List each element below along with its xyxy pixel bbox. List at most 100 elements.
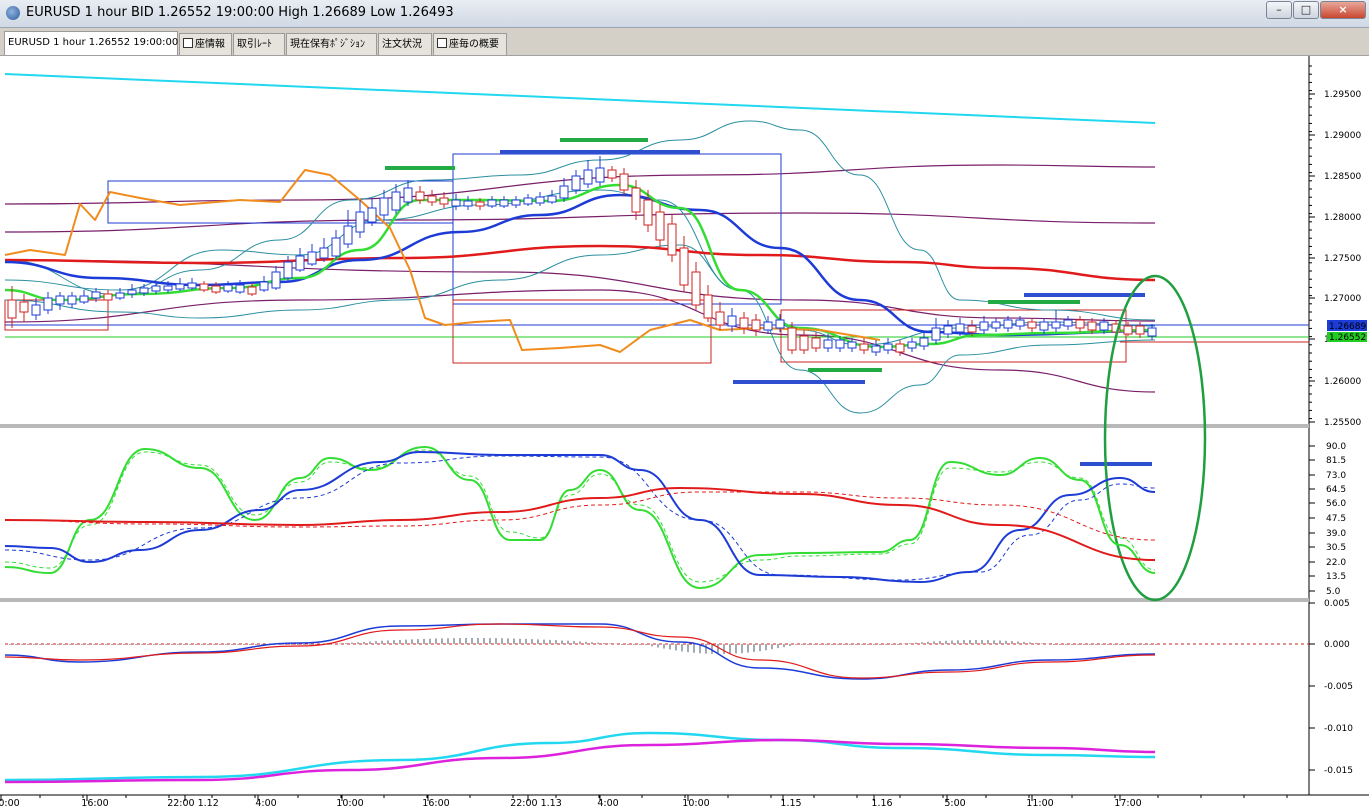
checkbox-icon	[437, 38, 447, 48]
candle-body	[691, 271, 701, 306]
candle-body	[787, 327, 797, 351]
candle-body	[67, 295, 77, 305]
rsi-red	[4, 486, 1156, 561]
candle-body	[655, 211, 665, 241]
candle-body	[403, 187, 413, 203]
candle-body	[823, 339, 833, 349]
pane-separator	[0, 598, 1309, 602]
macd-pane	[4, 623, 1309, 784]
candle-body	[895, 343, 905, 353]
candle-body	[1027, 321, 1037, 329]
high-price-label: 1.26689	[1329, 322, 1366, 332]
candle-body	[1075, 319, 1085, 329]
price-tick-label: 1.28000	[1324, 213, 1361, 223]
price-tick-label: 1.26000	[1324, 377, 1361, 387]
candle-body	[223, 284, 233, 292]
time-tick-label: 11:00	[1026, 798, 1053, 809]
candle-body	[619, 173, 629, 191]
candle-body	[967, 325, 977, 333]
osc-tick-label: 5.0	[1326, 587, 1341, 597]
time-tick-label: 5:00	[944, 798, 965, 809]
candle-body	[1123, 325, 1133, 335]
bid-price-label: 1.26552	[1329, 333, 1366, 343]
candle-body	[715, 311, 725, 326]
candle-body	[595, 167, 605, 183]
time-tick-label: 4:00	[255, 798, 276, 809]
time-tick-label: 10:00	[682, 798, 709, 809]
candle-body	[643, 199, 653, 226]
candle-body	[31, 304, 41, 316]
candle-body	[703, 294, 713, 319]
candle-body	[163, 285, 173, 291]
candle-body	[499, 199, 509, 207]
ma-mid	[4, 193, 1156, 337]
tab-account-summary[interactable]: 座毎の概要	[433, 33, 507, 55]
candle-body	[607, 169, 617, 179]
candle-body	[391, 191, 401, 211]
candle-body	[319, 247, 329, 259]
candle-body	[799, 335, 809, 351]
tab-orders-label: 注文状況	[382, 39, 422, 50]
candle-body	[751, 319, 761, 331]
candle-body	[1147, 327, 1157, 337]
minimize-button[interactable]: –	[1266, 1, 1292, 19]
stoch-d	[4, 449, 1156, 583]
candle-body	[871, 345, 881, 353]
tab-account-summary-label: 座毎の概要	[449, 39, 499, 50]
tab-positions[interactable]: 現在保有ﾎﾟｼﾞｼｮﾝ	[286, 33, 377, 55]
time-tick-label: 4:00	[597, 798, 618, 809]
candle-body	[235, 284, 245, 293]
tab-positions-label: 現在保有ﾎﾟｼﾞｼｮﾝ	[290, 39, 365, 50]
osc-tick-label: 22.0	[1326, 558, 1346, 568]
chart-area[interactable]: 1.29500 1.29000 1.28500 1.28000 1.27500 1.270…	[0, 56, 1369, 811]
candle-body	[547, 195, 557, 203]
candle-body	[979, 321, 989, 331]
candle-body	[199, 283, 209, 291]
tab-account-info-label: 座情報	[195, 39, 225, 50]
candle-body	[439, 197, 449, 205]
candle-body	[991, 321, 1001, 329]
time-tick-label: 17:00	[1114, 798, 1141, 809]
macd-tick-label: -0.010	[1324, 724, 1353, 734]
candle-body	[379, 197, 389, 216]
tab-account-info[interactable]: 座情報	[179, 33, 232, 55]
candle-body	[667, 223, 677, 256]
candle-body	[19, 301, 29, 313]
close-button[interactable]: ×	[1320, 1, 1366, 19]
candle-body	[487, 199, 497, 207]
candle-body	[835, 339, 845, 349]
pane-separator	[0, 424, 1309, 428]
oscillator-pane	[4, 445, 1156, 590]
price-tick-label: 1.27500	[1324, 254, 1361, 264]
candle-body	[1015, 319, 1025, 327]
candle-body	[367, 207, 377, 223]
tab-trading-rate[interactable]: 取引ﾚｰﾄ	[233, 33, 285, 55]
candle-body	[283, 261, 293, 279]
candle-body	[583, 169, 593, 185]
candle-body	[127, 289, 137, 295]
candle-body	[775, 319, 785, 329]
macd-signal	[4, 623, 1156, 679]
candle-body	[7, 299, 17, 319]
cyan-indicator	[4, 731, 1156, 782]
macd-tick-label: -0.015	[1324, 766, 1353, 776]
candle-body	[55, 295, 65, 305]
tab-chart-label: EURUSD 1 hour 1.26552 19:00:00	[8, 37, 179, 48]
window-titlebar: EURUSD 1 hour BID 1.26552 19:00:00 High …	[0, 0, 1369, 28]
tab-chart[interactable]: EURUSD 1 hour 1.26552 19:00:00	[4, 31, 178, 55]
candle-body	[679, 247, 689, 286]
price-chart-canvas[interactable]: 1.29500 1.29000 1.28500 1.28000 1.27500 1.270…	[0, 56, 1369, 811]
candle-body	[247, 286, 257, 295]
tab-orders[interactable]: 注文状況	[378, 33, 432, 55]
maximize-button[interactable]: □	[1293, 1, 1319, 19]
candle-body	[847, 341, 857, 349]
candle-body	[571, 175, 581, 191]
trendline-cyan	[4, 73, 1156, 124]
price-tick-label: 1.27000	[1324, 294, 1361, 304]
app-icon	[6, 6, 20, 20]
time-tick-label: 16:00	[422, 798, 449, 809]
checkbox-icon	[183, 38, 193, 48]
osc-tick-label: 30.5	[1326, 543, 1346, 553]
osc-tick-label: 64.5	[1326, 485, 1346, 495]
osc-tick-label: 81.5	[1326, 456, 1346, 466]
